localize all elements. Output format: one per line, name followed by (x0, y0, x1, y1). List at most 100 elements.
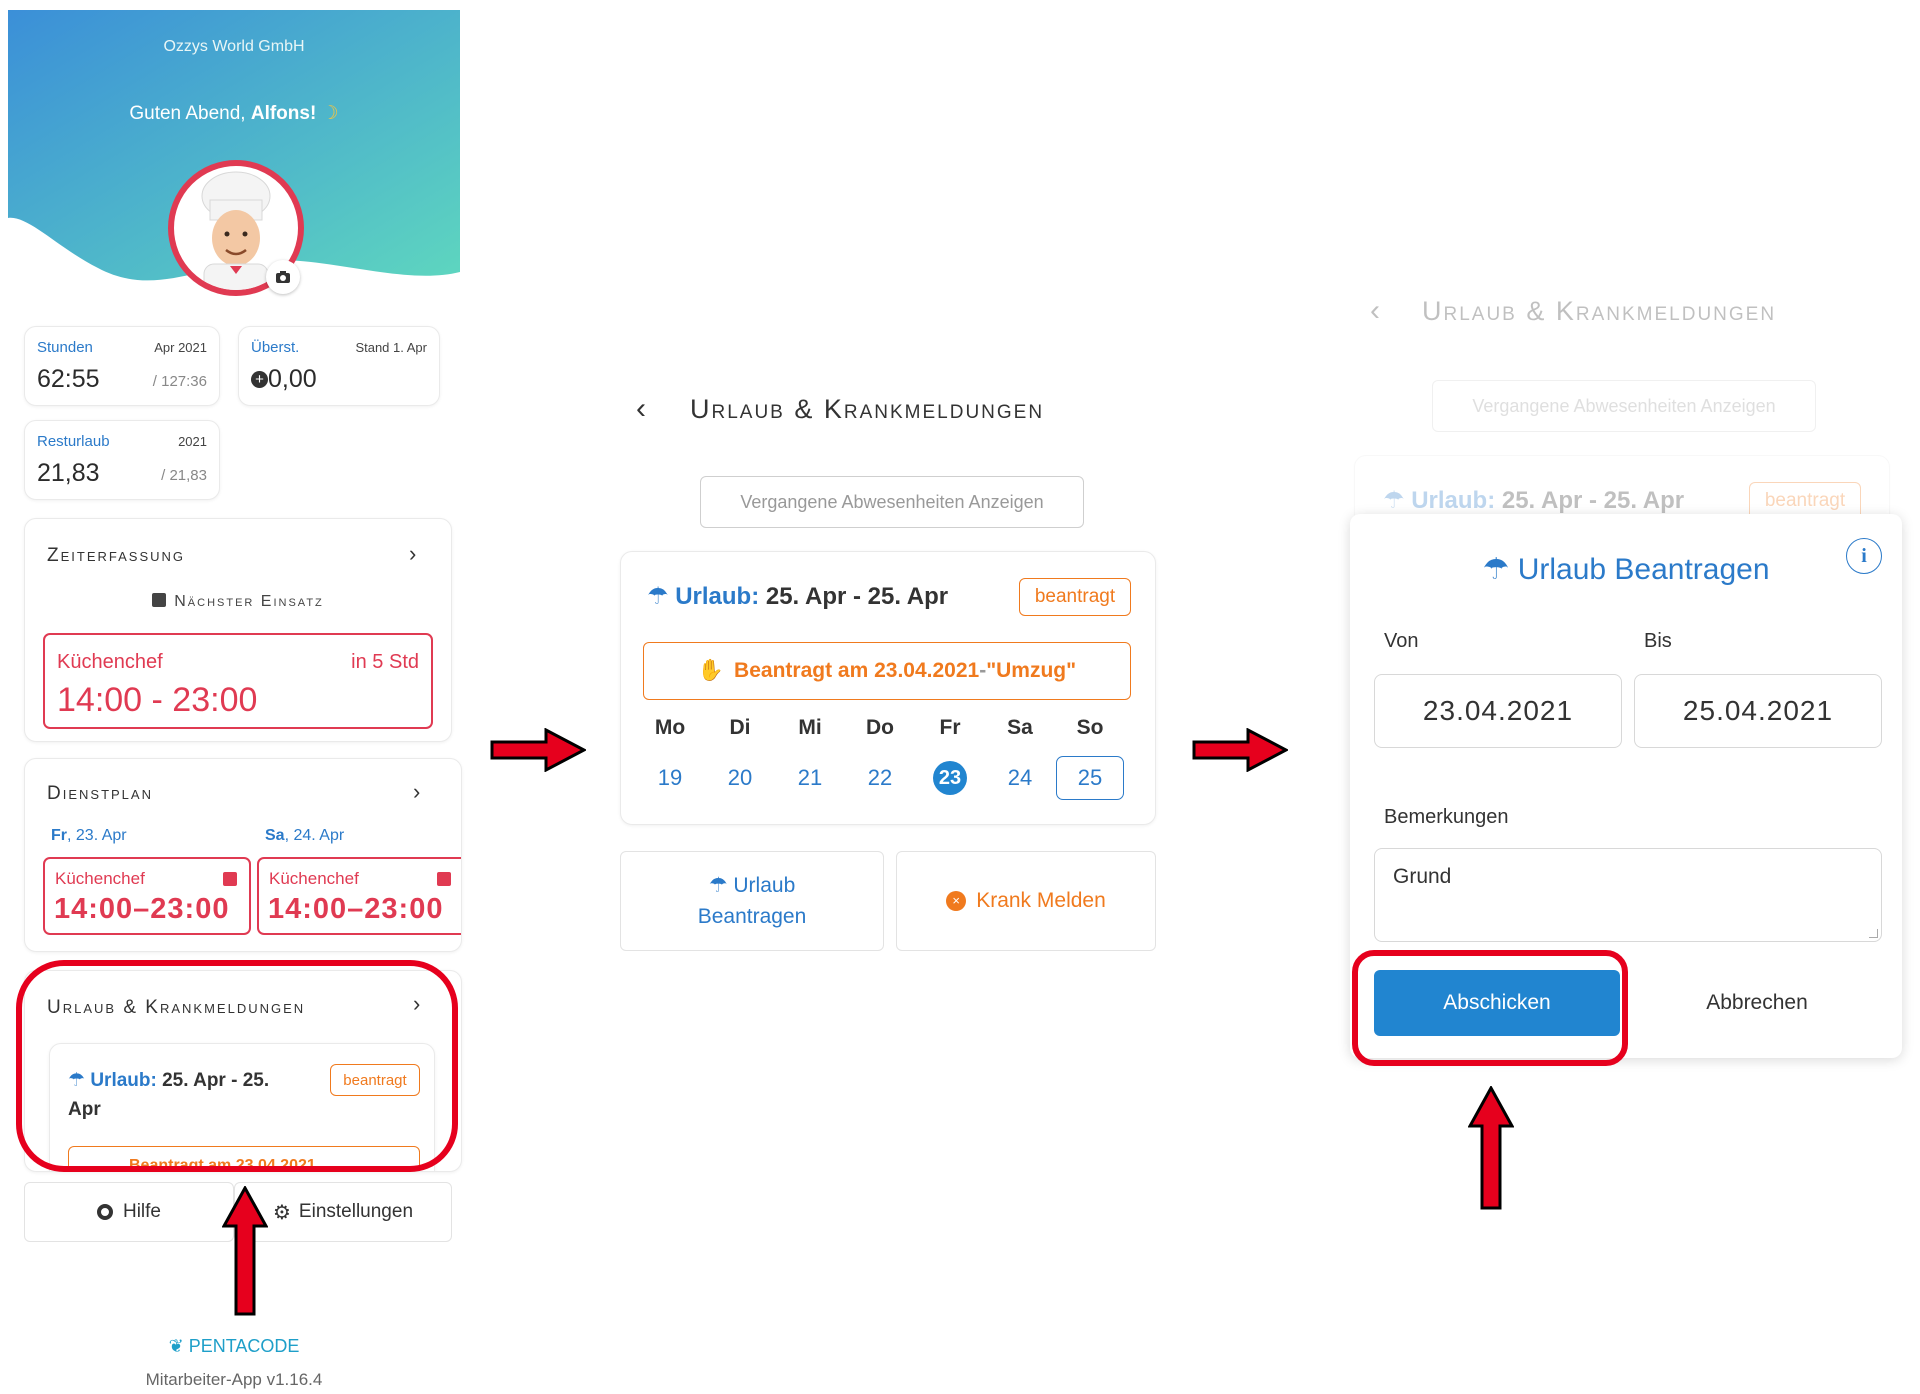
next-shift-eta: in 5 Std (351, 651, 419, 673)
gear-icon: ⚙ (272, 1201, 291, 1224)
vacation-card[interactable]: Resturlaub 2021 21,83 / 21,83 (24, 420, 220, 500)
absence-range: 25. Apr - 25. Apr (765, 583, 949, 610)
back-chevron-icon[interactable]: ‹ (636, 392, 646, 426)
to-date-field[interactable]: 25.04.2021 (1634, 674, 1882, 748)
roster-title: Dienstplan (47, 783, 153, 804)
settings-label: Einstellungen (298, 1201, 414, 1222)
hours-value: 62:55 (37, 365, 100, 393)
plus-circle-icon: + (251, 371, 268, 388)
overtime-card[interactable]: Überst. Stand 1. Apr +0,00 (238, 326, 440, 406)
report-sick-button[interactable]: × Krank Melden (896, 851, 1156, 951)
date-cell-today[interactable]: 23 (915, 761, 985, 795)
back-chevron-icon[interactable]: ‹ (1370, 294, 1380, 328)
absence-type: Urlaub: (1411, 487, 1496, 514)
vacation-value: 21,83 (37, 459, 100, 487)
hours-card[interactable]: Stunden Apr 2021 62:55 / 127:36 (24, 326, 220, 406)
selected-date: 25 (1056, 756, 1124, 800)
calendar-icon (437, 872, 451, 886)
calendar-icon (152, 593, 167, 607)
vacation-label: Resturlaub (37, 433, 110, 450)
date-cell-selected[interactable]: 25 (1055, 756, 1125, 800)
request-vacation-line1: ☂ Urlaub (709, 870, 796, 901)
highlight-frame (16, 960, 458, 1172)
from-label: Von (1384, 630, 1419, 652)
camera-icon[interactable] (266, 260, 300, 294)
absences-screen: ‹ Urlaub & Krankmeldungen Vergangene Abw… (600, 0, 1200, 1394)
show-past-absences-button[interactable]: Vergangene Abwesenheiten Anzeigen (700, 476, 1084, 528)
next-shift-box[interactable]: Küchenchef in 5 Std 14:00 - 23:00 (43, 633, 433, 729)
home-screen: Ozzys World GmbH Guten Abend, Alfons! ☽ … (8, 10, 462, 1390)
roster-shift-2[interactable]: Küchenchef 14:00–23:00 (257, 857, 461, 935)
date-cell[interactable]: 20 (705, 765, 775, 791)
vacation-total: / 21,83 (161, 467, 207, 484)
date-cell[interactable]: 24 (985, 765, 1055, 791)
next-shift-time: 14:00 - 23:00 (57, 681, 258, 719)
absence-type: Urlaub: (675, 583, 760, 610)
weekday-label: So (1076, 716, 1104, 739)
dialog-title: ☂ Urlaub Beantragen (1350, 552, 1902, 587)
app-version: Mitarbeiter-App v1.16.4 (145, 1370, 323, 1389)
absence-card[interactable]: ☂ Urlaub: 25. Apr - 25. Apr beantragt ✋ … (620, 551, 1156, 825)
time-tracking-title: Zeiterfassung (47, 545, 186, 566)
from-date-field[interactable]: 23.04.2021 (1374, 674, 1622, 748)
overtime-label: Überst. (251, 339, 300, 356)
info-icon[interactable]: i (1846, 538, 1882, 574)
chevron-right-icon[interactable]: › (409, 541, 416, 567)
roster-shift-1-time: 14:00–23:00 (54, 893, 230, 925)
company-name: Ozzys World GmbH (163, 38, 305, 55)
remarks-text: Grund (1393, 865, 1452, 888)
up-arrow-indicator (1468, 1086, 1514, 1210)
report-sick-label: Krank Melden (976, 889, 1106, 912)
hours-target: / 127:36 (152, 373, 207, 390)
highlight-frame (1352, 950, 1628, 1066)
calendar-icon (223, 872, 237, 886)
request-vacation-button[interactable]: ☂ Urlaub Beantragen (620, 851, 884, 951)
roster-shift-1-role: Küchenchef (55, 869, 145, 888)
person-icon: ✋ (697, 659, 725, 682)
umbrella-icon: ☂ (708, 874, 734, 897)
roster-day-2-date: , 24. Apr (284, 827, 345, 844)
overtime-value-wrap: +0,00 (251, 365, 317, 394)
time-tracking-card[interactable]: Zeiterfassung › Nächster Einsatz Küchenc… (24, 518, 452, 742)
umbrella-icon: ☂ (1482, 553, 1518, 586)
greeting: Guten Abend, Alfons! ☽ (8, 102, 460, 125)
weekday-label: Fr (939, 716, 961, 739)
roster-day-1-label: Fr, 23. Apr (51, 827, 127, 845)
date-cell[interactable]: 22 (845, 765, 915, 791)
roster-card[interactable]: Dienstplan › Fr, 23. Apr Sa, 24. Apr Küc… (24, 758, 462, 952)
roster-shift-1[interactable]: Küchenchef 14:00–23:00 (43, 857, 251, 935)
hours-period: Apr 2021 (154, 340, 207, 355)
overtime-value: 0,00 (268, 365, 317, 393)
up-arrow-indicator (222, 1186, 268, 1316)
chevron-right-icon[interactable]: › (413, 779, 420, 805)
next-shift-label-row: Nächster Einsatz (25, 593, 451, 611)
roster-day-2-label: Sa, 24. Apr (265, 827, 344, 845)
help-button[interactable]: Hilfe (24, 1182, 234, 1242)
resize-handle-icon[interactable] (1869, 929, 1878, 938)
date-cell[interactable]: 19 (635, 765, 705, 791)
remarks-textarea[interactable]: Grund (1374, 848, 1882, 942)
right-arrow-indicator (1192, 728, 1288, 772)
roster-day-1-date: , 23. Apr (67, 827, 127, 844)
roster-shift-2-role: Küchenchef (269, 869, 359, 888)
request-note-text: Beantragt am 23.04.2021 (734, 659, 980, 682)
request-vacation-label-2: Beantragen (697, 905, 807, 928)
greeting-text: Guten Abend, (129, 103, 251, 124)
brand-logo: ❦ PENTACODE (8, 1336, 460, 1357)
hours-label: Stunden (37, 339, 93, 356)
sick-face-icon: × (946, 891, 967, 911)
moon-icon: ☽ (321, 103, 339, 124)
request-vacation-screen: ‹ Urlaub & Krankmeldungen Vergangene Abw… (1330, 0, 1920, 1394)
help-label: Hilfe (122, 1201, 161, 1222)
date-cell[interactable]: 21 (775, 765, 845, 791)
absence-header: ☂ Urlaub: 25. Apr - 25. Apr (1383, 486, 1684, 515)
page-title: Urlaub & Krankmeldungen (690, 394, 1045, 424)
cancel-button[interactable]: Abbrechen (1634, 970, 1880, 1036)
right-arrow-indicator (490, 728, 586, 772)
request-note: ✋ Beantragt am 23.04.2021 - "Umzug" (643, 642, 1131, 700)
lifebuoy-icon (96, 1204, 113, 1220)
page-title: Urlaub & Krankmeldungen (1422, 296, 1777, 326)
request-vacation-label: Urlaub (733, 874, 796, 897)
show-past-absences-button[interactable]: Vergangene Abwesenheiten Anzeigen (1432, 380, 1816, 432)
weekday-row: Mo Di Mi Do Fr Sa So (635, 716, 1135, 740)
